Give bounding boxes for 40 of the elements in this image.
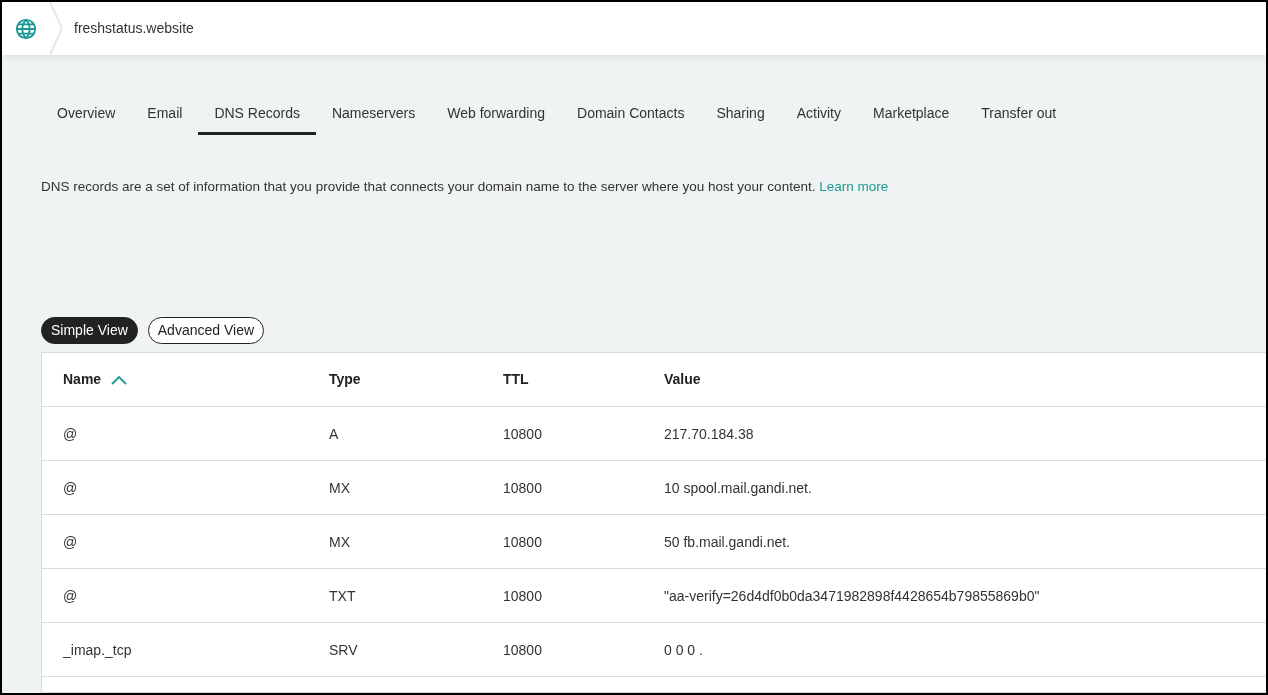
tab[interactable]: Sharing xyxy=(700,103,781,135)
table-cell: A xyxy=(329,425,339,442)
tab[interactable]: Overview xyxy=(41,103,132,135)
domain-name: freshstatus.website xyxy=(74,19,194,38)
table-cell: 217.70.184.38 xyxy=(664,425,754,442)
tab[interactable]: Marketplace xyxy=(857,103,966,135)
table-cell: "aa-verify=26d4df0b0da3471982898f4428654b79855869b0" xyxy=(664,587,1040,604)
table-cell: 10800 xyxy=(503,425,542,442)
table-cell: 10800 xyxy=(503,479,542,496)
sort-ascending-icon[interactable] xyxy=(111,374,128,385)
table-cell: 10800 xyxy=(503,587,542,604)
table-cell: 10800 xyxy=(503,641,542,658)
tab[interactable]: DNS Records xyxy=(198,103,316,135)
description-text: DNS records are a set of information that you provide that connects your domain name to the server where you host your content. Learn more xyxy=(41,178,890,196)
table-cell: @ xyxy=(63,587,78,604)
column-header[interactable]: Name xyxy=(63,369,102,391)
tab[interactable]: Email xyxy=(131,103,199,135)
tab[interactable]: Domain Contacts xyxy=(561,103,701,135)
tab[interactable]: Transfer out xyxy=(965,103,1073,135)
tab[interactable]: Activity xyxy=(780,103,857,135)
column-header: Type xyxy=(329,370,361,390)
table-cell: @ xyxy=(63,425,78,442)
table-cell: @ xyxy=(63,533,78,550)
globe-icon xyxy=(15,17,37,40)
column-header: Value xyxy=(664,370,701,390)
table-cell: MX xyxy=(329,479,350,496)
table-cell: TXT xyxy=(329,587,356,604)
view-toggle[interactable]: Advanced View xyxy=(147,317,265,345)
table-cell: _imap._tcp xyxy=(63,641,132,658)
table-cell: MX xyxy=(329,533,350,550)
tab[interactable]: Web forwarding xyxy=(431,103,561,135)
view-toggle[interactable]: Simple View xyxy=(41,317,138,345)
table-cell: 10800 xyxy=(503,533,542,550)
tab[interactable]: Nameservers xyxy=(315,103,432,135)
column-header: TTL xyxy=(503,370,529,390)
table-cell: 10 spool.mail.gandi.net. xyxy=(664,479,812,496)
table-cell: 0 0 0 . xyxy=(664,641,703,658)
table-cell: 50 fb.mail.gandi.net. xyxy=(664,533,791,550)
table-cell: @ xyxy=(63,479,78,496)
table-cell: SRV xyxy=(329,641,358,658)
